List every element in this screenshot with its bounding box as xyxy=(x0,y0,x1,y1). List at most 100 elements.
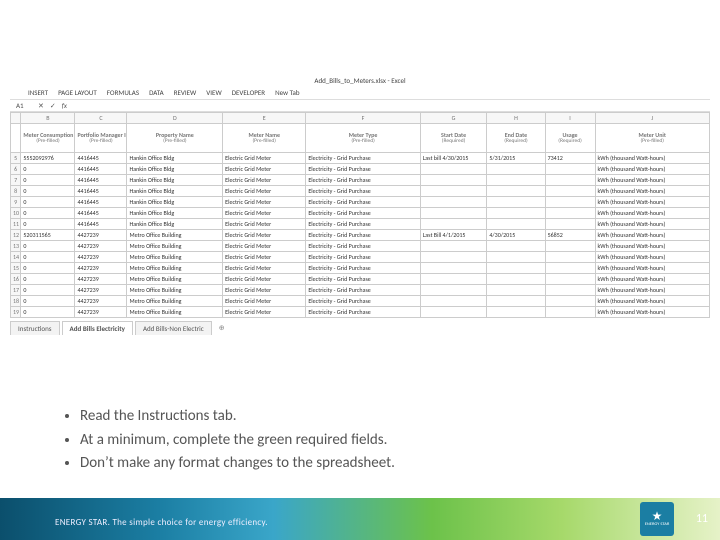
col-letter[interactable]: G xyxy=(420,113,487,124)
cell[interactable] xyxy=(487,164,545,175)
cell[interactable]: Electric Grid Meter xyxy=(223,230,306,241)
cell[interactable]: Electricity - Grid Purchase xyxy=(306,263,420,274)
cell[interactable] xyxy=(545,285,595,296)
cell[interactable]: 4416445 xyxy=(75,219,127,230)
cell[interactable]: Electric Grid Meter xyxy=(223,274,306,285)
cell[interactable]: kWh (thousand Watt-hours) xyxy=(595,230,710,241)
row-number[interactable]: 17 xyxy=(11,285,21,296)
cell[interactable] xyxy=(487,208,545,219)
cell[interactable] xyxy=(487,307,545,318)
cell[interactable] xyxy=(545,263,595,274)
cell[interactable]: 4416445 xyxy=(75,197,127,208)
sheet-tab[interactable]: Instructions xyxy=(10,321,60,335)
cell[interactable]: 0 xyxy=(21,241,75,252)
row-number[interactable]: 10 xyxy=(11,208,21,219)
cell[interactable]: Electric Grid Meter xyxy=(223,296,306,307)
cell[interactable] xyxy=(420,197,487,208)
cell[interactable]: Hankin Office Bldg xyxy=(127,186,223,197)
row-number[interactable]: 19 xyxy=(11,307,21,318)
row-number[interactable]: 9 xyxy=(11,197,21,208)
cell[interactable]: Metro Office Building xyxy=(127,296,223,307)
cell[interactable] xyxy=(487,197,545,208)
cell[interactable]: 5552092976 xyxy=(21,153,75,164)
cell[interactable]: kWh (thousand Watt-hours) xyxy=(595,285,710,296)
add-sheet-icon[interactable]: ⊕ xyxy=(214,321,230,335)
cell[interactable]: Metro Office Building xyxy=(127,230,223,241)
cell[interactable]: 4427239 xyxy=(75,263,127,274)
cell[interactable] xyxy=(487,296,545,307)
cell[interactable] xyxy=(420,208,487,219)
cell[interactable]: Electric Grid Meter xyxy=(223,219,306,230)
row-number[interactable]: 14 xyxy=(11,252,21,263)
cell[interactable]: 0 xyxy=(21,285,75,296)
cell[interactable] xyxy=(487,252,545,263)
ribbon-tab[interactable]: INSERT xyxy=(28,88,48,97)
name-box[interactable]: A1 xyxy=(16,101,32,110)
cell[interactable]: Electricity - Grid Purchase xyxy=(306,252,420,263)
cell[interactable] xyxy=(545,241,595,252)
cell[interactable]: kWh (thousand Watt-hours) xyxy=(595,274,710,285)
cell[interactable]: 56852 xyxy=(545,230,595,241)
cell[interactable]: 0 xyxy=(21,186,75,197)
cell[interactable]: kWh (thousand Watt-hours) xyxy=(595,241,710,252)
cell[interactable]: Metro Office Building xyxy=(127,285,223,296)
cell[interactable]: Electric Grid Meter xyxy=(223,307,306,318)
cell[interactable]: Electric Grid Meter xyxy=(223,263,306,274)
cell[interactable] xyxy=(420,296,487,307)
row-number[interactable]: 15 xyxy=(11,263,21,274)
cell[interactable]: kWh (thousand Watt-hours) xyxy=(595,186,710,197)
cell[interactable]: Electricity - Grid Purchase xyxy=(306,197,420,208)
cell[interactable]: Metro Office Building xyxy=(127,252,223,263)
cell[interactable]: 0 xyxy=(21,263,75,274)
cell[interactable]: kWh (thousand Watt-hours) xyxy=(595,296,710,307)
cell[interactable]: Hankin Office Bldg xyxy=(127,153,223,164)
cell[interactable]: Hankin Office Bldg xyxy=(127,219,223,230)
cell[interactable]: Electricity - Grid Purchase xyxy=(306,164,420,175)
cell[interactable]: Hankin Office Bldg xyxy=(127,175,223,186)
col-letter[interactable]: J xyxy=(595,113,710,124)
cell[interactable] xyxy=(487,285,545,296)
cell[interactable] xyxy=(420,164,487,175)
cell[interactable]: Electricity - Grid Purchase xyxy=(306,219,420,230)
ribbon-tab[interactable]: FORMULAS xyxy=(107,88,139,97)
cell[interactable]: Metro Office Building xyxy=(127,274,223,285)
cell[interactable]: 4416445 xyxy=(75,153,127,164)
cell[interactable]: Hankin Office Bldg xyxy=(127,208,223,219)
cell[interactable] xyxy=(420,241,487,252)
cell[interactable]: Electric Grid Meter xyxy=(223,208,306,219)
cell[interactable]: 4427239 xyxy=(75,296,127,307)
cell[interactable]: kWh (thousand Watt-hours) xyxy=(595,175,710,186)
cell[interactable] xyxy=(545,274,595,285)
cell[interactable]: Electricity - Grid Purchase xyxy=(306,241,420,252)
cell[interactable] xyxy=(545,175,595,186)
cell[interactable] xyxy=(545,296,595,307)
cell[interactable]: 0 xyxy=(21,296,75,307)
cell[interactable]: kWh (thousand Watt-hours) xyxy=(595,164,710,175)
col-letter[interactable]: B xyxy=(21,113,75,124)
cell[interactable] xyxy=(545,164,595,175)
ribbon-tab[interactable]: DEVELOPER xyxy=(232,88,265,97)
row-number[interactable]: 16 xyxy=(11,274,21,285)
cell[interactable]: 0 xyxy=(21,307,75,318)
cell[interactable]: Electric Grid Meter xyxy=(223,241,306,252)
cell[interactable]: 0 xyxy=(21,164,75,175)
cell[interactable]: Metro Office Building xyxy=(127,241,223,252)
cell[interactable]: kWh (thousand Watt-hours) xyxy=(595,153,710,164)
cell[interactable]: 5/31/2015 xyxy=(487,153,545,164)
cell[interactable]: 4416445 xyxy=(75,208,127,219)
cell[interactable] xyxy=(420,252,487,263)
sheet-tab-active[interactable]: Add Bills Electricity xyxy=(62,321,133,335)
cell[interactable] xyxy=(487,274,545,285)
cell[interactable]: 4416445 xyxy=(75,186,127,197)
cell[interactable]: kWh (thousand Watt-hours) xyxy=(595,307,710,318)
col-letter[interactable]: C xyxy=(75,113,127,124)
cell[interactable]: 0 xyxy=(21,197,75,208)
ribbon-tab[interactable]: PAGE LAYOUT xyxy=(58,88,97,97)
row-number[interactable]: 5 xyxy=(11,153,21,164)
cell[interactable] xyxy=(420,285,487,296)
row-number[interactable]: 6 xyxy=(11,164,21,175)
cell[interactable] xyxy=(420,274,487,285)
cell[interactable] xyxy=(420,186,487,197)
cell[interactable]: kWh (thousand Watt-hours) xyxy=(595,263,710,274)
cell[interactable]: Hankin Office Bldg xyxy=(127,164,223,175)
